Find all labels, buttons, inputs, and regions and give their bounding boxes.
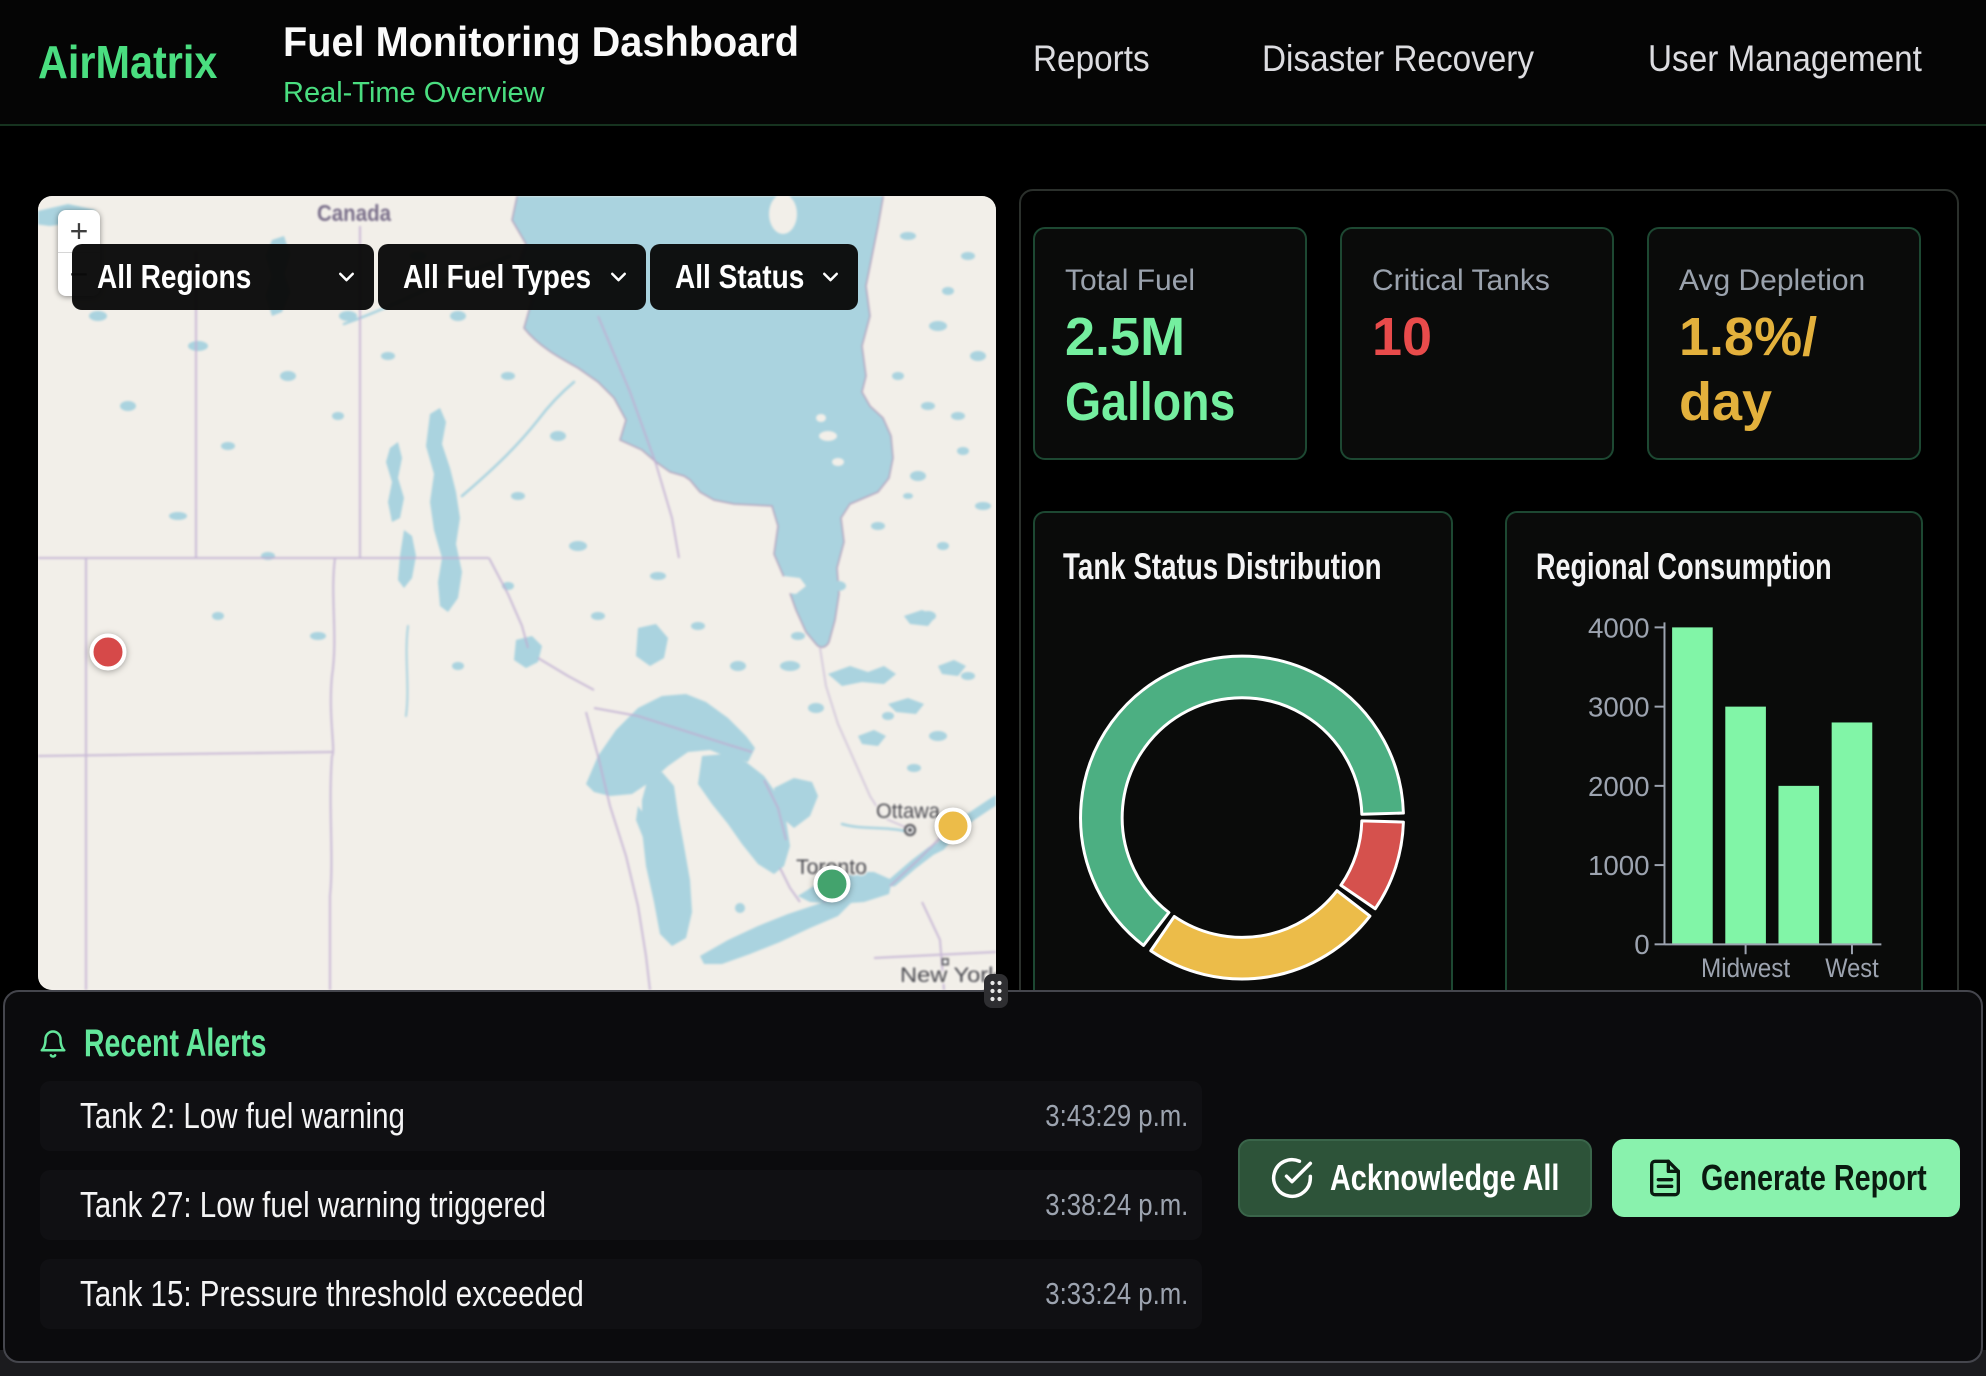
- map-label-new-york: New York: [900, 964, 996, 987]
- donut-segment-critical: [1341, 821, 1403, 909]
- stat-label: Critical Tanks: [1372, 264, 1582, 298]
- generate-report-label: Generate Report: [1701, 1157, 1882, 1199]
- tank-marker-warning[interactable]: [935, 808, 972, 845]
- bar-region-2: [1778, 786, 1819, 944]
- fuel-type-filter-select[interactable]: All Fuel Types: [378, 244, 646, 310]
- alert-list: Tank 2: Low fuel warning 3:43:29 p.m. Ta…: [40, 1081, 1202, 1348]
- alerts-header: Recent Alerts: [38, 1022, 334, 1066]
- y-axis-tick-label: 2000: [1588, 771, 1650, 802]
- donut-chart-card: Tank Status Distribution: [1033, 511, 1453, 1019]
- alert-timestamp: 3:33:24 p.m.: [1045, 1276, 1188, 1312]
- recent-alerts-drawer: Recent Alerts Tank 2: Low fuel warning 3…: [3, 990, 1983, 1363]
- y-axis-tick-label: 4000: [1588, 612, 1650, 643]
- status-filter-select[interactable]: All Status: [650, 244, 858, 310]
- stat-value-line: 1.8%/: [1679, 305, 1889, 370]
- status-filter-value: All Status: [675, 258, 804, 296]
- stat-label: Avg Depletion: [1679, 264, 1889, 298]
- tank-marker-critical[interactable]: [90, 634, 127, 671]
- alert-message: Tank 2: Low fuel warning: [80, 1095, 405, 1137]
- stat-value: 1.8%/day: [1679, 305, 1889, 435]
- main-nav: Reports Disaster Recovery User Managemen…: [0, 0, 1986, 124]
- stats-row: Total Fuel 2.5MGallons Critical Tanks 10…: [1033, 227, 1957, 460]
- region-filter-value: All Regions: [97, 258, 251, 296]
- bell-icon: [38, 1028, 68, 1060]
- fuel-type-filter-value: All Fuel Types: [403, 258, 591, 296]
- donut-segment-warning: [1151, 891, 1370, 979]
- map-filters: All Regions All Fuel Types All Status: [72, 244, 858, 310]
- file-text-icon: [1645, 1158, 1685, 1198]
- stat-value-line: day: [1679, 370, 1889, 435]
- y-axis-tick-label: 1000: [1588, 850, 1650, 881]
- map-canvas: Canada Ottawa Toronto New York: [38, 196, 996, 990]
- x-axis-tick-label: Midwest: [1701, 953, 1791, 983]
- nav-item-reports[interactable]: Reports: [1033, 38, 1150, 80]
- bar-region-0: [1672, 627, 1713, 944]
- nav-item-disaster-recovery[interactable]: Disaster Recovery: [1262, 38, 1534, 80]
- x-axis-tick-label: West: [1825, 953, 1879, 983]
- map-panel[interactable]: Canada Ottawa Toronto New York + − All R…: [38, 196, 996, 990]
- alert-message: Tank 27: Low fuel warning triggered: [80, 1184, 546, 1226]
- stat-card-total-fuel: Total Fuel 2.5MGallons: [1033, 227, 1307, 460]
- generate-report-button[interactable]: Generate Report: [1612, 1139, 1960, 1217]
- stat-label: Total Fuel: [1065, 264, 1275, 298]
- header: AirMatrix Fuel Monitoring Dashboard Real…: [0, 0, 1986, 126]
- alert-timestamp: 3:38:24 p.m.: [1045, 1187, 1188, 1223]
- stat-value-line: 2.5M: [1065, 305, 1275, 370]
- acknowledge-all-label: Acknowledge All: [1330, 1157, 1514, 1199]
- check-circle-icon: [1270, 1156, 1314, 1200]
- map-label-canada: Canada: [317, 200, 391, 226]
- alerts-title: Recent Alerts: [84, 1022, 266, 1066]
- alert-message: Tank 15: Pressure threshold exceeded: [80, 1273, 584, 1315]
- acknowledge-all-button[interactable]: Acknowledge All: [1238, 1139, 1592, 1217]
- bar-chart-card: Regional Consumption 01000200030004000Mi…: [1505, 511, 1923, 1019]
- tank-marker-normal[interactable]: [814, 866, 851, 903]
- stat-value: 10: [1372, 305, 1582, 370]
- nav-item-user-management[interactable]: User Management: [1648, 38, 1922, 80]
- stat-card-avg-depletion: Avg Depletion 1.8%/day: [1647, 227, 1921, 460]
- chevron-down-icon: [818, 265, 843, 290]
- bar-region-3: [1832, 722, 1873, 944]
- charts-row: Tank Status Distribution Regional Consum…: [1033, 511, 1957, 1019]
- chevron-down-icon: [334, 265, 359, 290]
- y-axis-tick-label: 3000: [1588, 692, 1650, 723]
- stat-value-line: 10: [1372, 305, 1582, 370]
- map-label-ottawa: Ottawa: [876, 800, 940, 823]
- tank-status-donut-chart: [1035, 513, 1451, 1019]
- alert-row[interactable]: Tank 15: Pressure threshold exceeded 3:3…: [40, 1259, 1202, 1329]
- y-axis-tick-label: 0: [1634, 929, 1649, 960]
- alert-row[interactable]: Tank 2: Low fuel warning 3:43:29 p.m.: [40, 1081, 1202, 1151]
- alert-timestamp: 3:43:29 p.m.: [1045, 1098, 1188, 1134]
- bar-region-1: [1725, 707, 1766, 945]
- resize-grip-handle[interactable]: [984, 974, 1008, 1008]
- regional-consumption-bar-chart: 0 1000 2000 3000 4000 Midwest West: [1507, 513, 1921, 1019]
- stat-value: 2.5MGallons: [1065, 305, 1275, 435]
- alert-row[interactable]: Tank 27: Low fuel warning triggered 3:38…: [40, 1170, 1202, 1240]
- chevron-down-icon: [606, 265, 631, 290]
- donut-segment-normal: [1081, 656, 1404, 945]
- stat-card-critical-tanks: Critical Tanks 10: [1340, 227, 1614, 460]
- grip-dots-icon: [988, 979, 1004, 1003]
- overview-panel: Total Fuel 2.5MGallons Critical Tanks 10…: [1019, 189, 1959, 1019]
- region-filter-select[interactable]: All Regions: [72, 244, 374, 310]
- stat-value-line: Gallons: [1065, 370, 1246, 435]
